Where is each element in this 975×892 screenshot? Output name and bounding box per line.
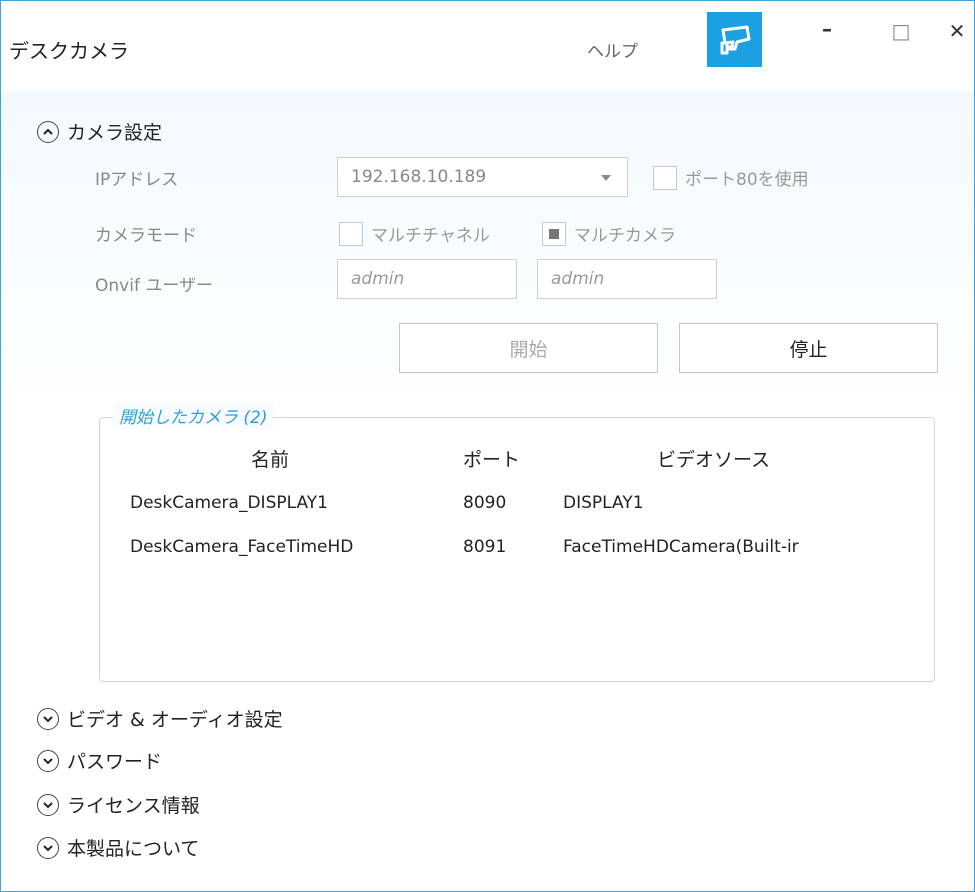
camera-mode-label: カメラモード — [95, 226, 197, 246]
camera-button[interactable] — [707, 12, 762, 67]
multicamera-checkbox[interactable]: マルチカメラ — [542, 221, 676, 246]
onvif-password-input[interactable]: admin — [537, 259, 717, 299]
ip-address-dropdown[interactable]: 192.168.10.189 — [337, 157, 628, 197]
checkbox-checked-icon — [542, 221, 566, 246]
onvif-username-value: admin — [351, 269, 405, 289]
column-header-video-source[interactable]: ビデオソース — [657, 445, 770, 472]
help-link[interactable]: ヘルプ — [587, 37, 638, 62]
column-header-name[interactable]: 名前 — [251, 445, 289, 472]
minimize-button[interactable]: – — [807, 17, 847, 41]
camera-settings-label: カメラ設定 — [67, 122, 163, 144]
close-button[interactable]: ✕ — [937, 19, 974, 43]
chevron-up-icon — [37, 120, 59, 143]
settings-panel: カメラ設定 IPアドレス 192.168.10.189 ポート80を使用 カメラ… — [1, 91, 974, 891]
multichannel-checkbox[interactable]: マルチチャネル — [339, 221, 490, 246]
ip-address-label: IPアドレス — [95, 170, 179, 190]
table-row-cell-name[interactable]: DeskCamera_FaceTimeHD — [130, 537, 353, 557]
column-header-port[interactable]: ポート — [463, 445, 520, 472]
checkbox-icon — [339, 221, 363, 246]
start-button[interactable]: 開始 — [399, 323, 658, 373]
section-label: ライセンス情報 — [67, 795, 200, 817]
title-bar: デスクカメラ ヘルプ – □ ✕ — [1, 1, 974, 91]
onvif-user-label: Onvif ユーザー — [95, 276, 213, 296]
section-label: 本製品について — [67, 838, 200, 860]
started-cameras-title: 開始したカメラ (2) — [113, 403, 274, 428]
chevron-down-icon — [37, 793, 59, 816]
table-row-cell-name[interactable]: DeskCamera_DISPLAY1 — [130, 493, 328, 513]
security-camera-icon — [720, 25, 750, 54]
section-password[interactable]: パスワード — [37, 747, 162, 774]
app-window: デスクカメラ ヘルプ – □ ✕ カメラ設定 IPアドレス 192.168.10… — [0, 0, 975, 892]
section-license-info[interactable]: ライセンス情報 — [37, 791, 200, 818]
app-title: デスクカメラ — [9, 39, 129, 63]
table-row-cell-source[interactable]: FaceTimeHDCamera(Built-ir — [563, 537, 883, 557]
camera-settings-header[interactable]: カメラ設定 — [37, 118, 162, 145]
chevron-down-icon — [37, 749, 59, 772]
section-about[interactable]: 本製品について — [37, 834, 199, 861]
chevron-down-icon — [37, 836, 59, 859]
dropdown-arrow-icon — [601, 175, 611, 181]
section-video-audio-settings[interactable]: ビデオ & オーディオ設定 — [37, 705, 283, 732]
multichannel-label: マルチチャネル — [371, 226, 490, 246]
table-row-cell-port[interactable]: 8091 — [463, 537, 506, 557]
use-port80-checkbox[interactable]: ポート80を使用 — [653, 165, 809, 190]
maximize-button[interactable]: □ — [881, 19, 921, 43]
multicamera-label: マルチカメラ — [574, 226, 676, 246]
chevron-down-icon — [37, 707, 59, 730]
onvif-password-value: admin — [551, 269, 605, 289]
onvif-username-input[interactable]: admin — [337, 259, 517, 299]
checkbox-icon — [653, 165, 677, 190]
table-row-cell-port[interactable]: 8090 — [463, 493, 506, 513]
table-row-cell-source[interactable]: DISPLAY1 — [563, 493, 644, 513]
use-port80-label: ポート80を使用 — [685, 170, 809, 190]
stop-button[interactable]: 停止 — [679, 323, 938, 373]
ip-address-value: 192.168.10.189 — [351, 167, 487, 187]
section-label: ビデオ & オーディオ設定 — [67, 709, 283, 731]
section-label: パスワード — [67, 751, 163, 773]
